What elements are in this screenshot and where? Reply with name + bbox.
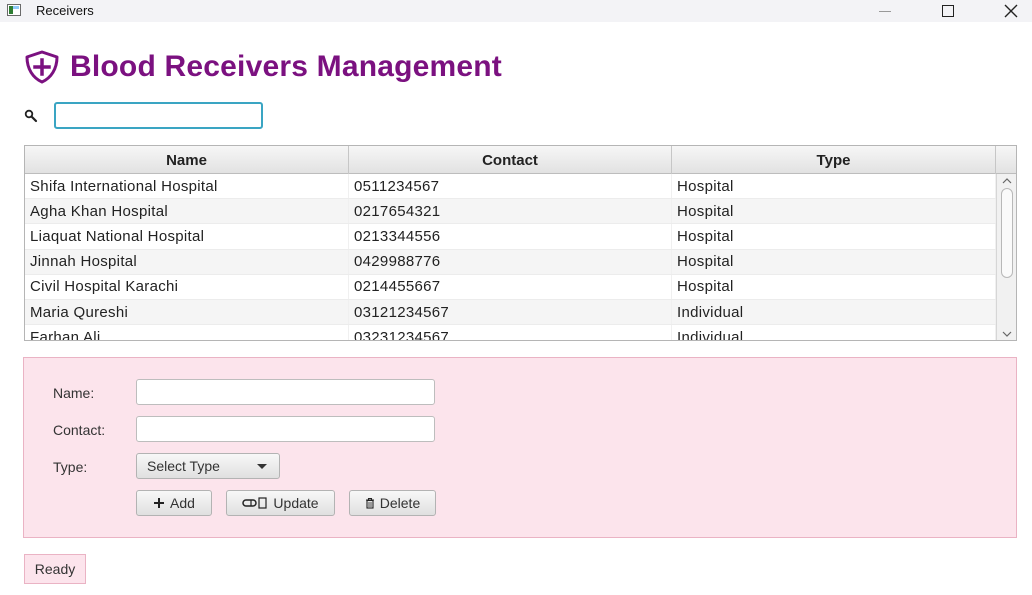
cell-type: Hospital <box>672 199 996 224</box>
cell-type: Hospital <box>672 249 996 274</box>
receivers-table: Name Contact Type Shifa International Ho… <box>24 145 1017 341</box>
table-row[interactable]: Maria Qureshi 03121234567 Individual <box>25 299 996 326</box>
update-button-label: Update <box>273 495 319 511</box>
cell-type: Hospital <box>672 224 996 249</box>
name-label: Name: <box>53 385 95 401</box>
column-header-name[interactable]: Name <box>25 146 349 174</box>
window-title: Receivers <box>36 3 94 18</box>
cell-contact: 03121234567 <box>349 299 672 325</box>
table-row[interactable]: Shifa International Hospital 0511234567 … <box>25 174 996 200</box>
page-title: Blood Receivers Management <box>70 50 502 83</box>
table-row[interactable]: Farhan Ali 03231234567 Individual <box>25 325 996 340</box>
pencil-icon <box>242 497 268 509</box>
cell-contact: 0213344556 <box>349 224 672 249</box>
scroll-up-button[interactable] <box>997 174 1016 188</box>
table-scrollbar[interactable] <box>996 174 1016 340</box>
type-label: Type: <box>53 459 88 475</box>
maximize-icon <box>942 5 954 17</box>
cell-contact: 0429988776 <box>349 249 672 274</box>
contact-field[interactable] <box>136 416 435 442</box>
maximize-button[interactable] <box>925 0 971 22</box>
cell-type: Individual <box>672 325 996 340</box>
table-row[interactable]: Agha Khan Hospital 0217654321 Hospital <box>25 199 996 225</box>
table-row[interactable]: Liaquat National Hospital 0213344556 Hos… <box>25 224 996 250</box>
cell-name: Civil Hospital Karachi <box>25 274 349 299</box>
cell-type: Hospital <box>672 274 996 299</box>
delete-button-label: Delete <box>379 495 421 511</box>
cell-name: Farhan Ali <box>25 325 349 340</box>
receiver-form: Name: Contact: Type: Select Type Add Upd… <box>23 357 1017 538</box>
add-button-label: Add <box>170 495 195 511</box>
chevron-down-icon <box>1002 331 1012 337</box>
close-button[interactable] <box>988 0 1032 22</box>
chevron-down-icon <box>257 464 267 469</box>
scroll-down-button[interactable] <box>997 327 1016 340</box>
page-header: Blood Receivers Management <box>23 50 502 84</box>
cell-name: Liaquat National Hospital <box>25 224 349 249</box>
search-icon <box>24 109 38 123</box>
cell-name: Maria Qureshi <box>25 299 349 325</box>
name-field[interactable] <box>136 379 435 405</box>
cell-contact: 03231234567 <box>349 325 672 340</box>
table-header-corner <box>996 146 1016 174</box>
trash-icon <box>365 497 375 509</box>
add-button[interactable]: Add <box>136 490 212 516</box>
table-row[interactable]: Jinnah Hospital 0429988776 Hospital <box>25 249 996 275</box>
cell-name: Jinnah Hospital <box>25 249 349 274</box>
chevron-up-icon <box>1002 178 1012 184</box>
update-button[interactable]: Update <box>226 490 335 516</box>
cell-contact: 0214455667 <box>349 274 672 299</box>
type-select[interactable]: Select Type <box>136 453 280 479</box>
cell-type: Individual <box>672 299 996 325</box>
cell-contact: 0511234567 <box>349 174 672 199</box>
column-header-type[interactable]: Type <box>672 146 996 174</box>
cell-type: Hospital <box>672 174 996 199</box>
table-body: Shifa International Hospital 0511234567 … <box>25 174 996 340</box>
cell-name: Shifa International Hospital <box>25 174 349 199</box>
close-icon <box>1004 4 1018 18</box>
status-label: Ready <box>24 554 86 584</box>
cell-name: Agha Khan Hospital <box>25 199 349 224</box>
type-select-value: Select Type <box>147 458 220 474</box>
table-header: Name Contact Type <box>25 146 1016 174</box>
scroll-thumb[interactable] <box>1001 188 1013 278</box>
delete-button[interactable]: Delete <box>349 490 436 516</box>
cell-contact: 0217654321 <box>349 199 672 224</box>
minimize-button[interactable] <box>862 0 908 22</box>
contact-label: Contact: <box>53 422 106 438</box>
search-input[interactable] <box>54 102 263 129</box>
shield-plus-icon <box>25 50 59 84</box>
app-icon <box>7 4 21 16</box>
plus-icon <box>153 497 165 509</box>
column-header-contact[interactable]: Contact <box>349 146 672 174</box>
minimize-icon <box>879 10 891 12</box>
table-row[interactable]: Civil Hospital Karachi 0214455667 Hospit… <box>25 274 996 300</box>
window-titlebar: Receivers <box>0 0 1032 22</box>
